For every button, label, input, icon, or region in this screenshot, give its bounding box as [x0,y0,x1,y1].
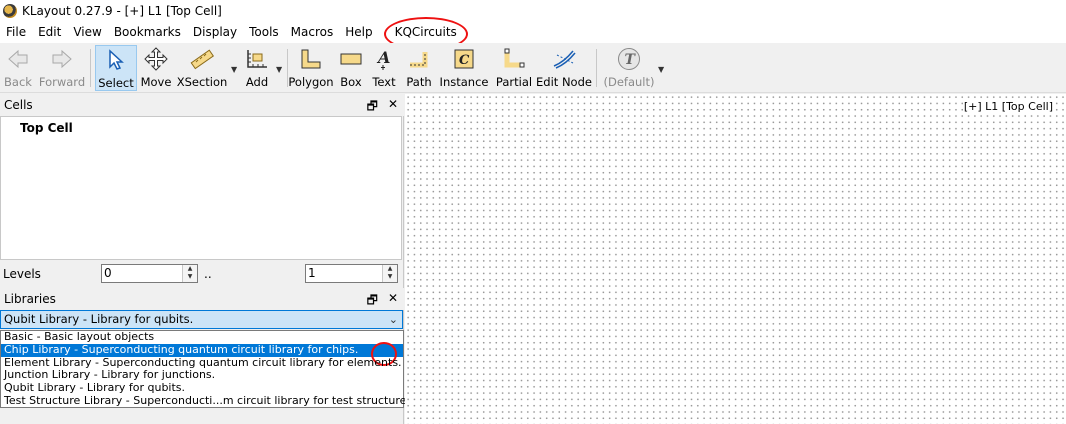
levels-to-spinbox[interactable]: 1 ▲ ▼ [305,264,398,283]
svg-text:C: C [459,53,470,68]
close-icon[interactable]: ✕ [388,97,398,118]
menu-macros[interactable]: Macros [285,22,340,43]
default-style-button[interactable]: T (Default) [604,45,655,91]
partial-edit-icon [501,47,527,71]
library-select[interactable]: Qubit Library - Library for qubits. ⌄ [0,310,403,329]
libraries-dock-header: Libraries 🗗 ✕ [0,288,404,310]
title-bar: KLayout 0.27.9 - [+] L1 [Top Cell] [0,0,1066,22]
spin-arrows-icon[interactable]: ▲ ▼ [382,265,397,282]
levels-from-spinbox[interactable]: 0 ▲ ▼ [101,264,198,283]
menu-tools[interactable]: Tools [243,22,285,43]
text-style-t-icon: T [616,47,642,71]
canvas-cell-title: [+] L1 [Top Cell] [962,100,1054,113]
move-arrows-icon [143,47,169,71]
float-icon[interactable]: 🗗 [367,291,378,312]
svg-text:T: T [625,52,637,68]
ruler-icon [189,47,215,71]
menu-display[interactable]: Display [187,22,243,43]
move-tool-button[interactable]: Move [140,45,172,91]
menu-help[interactable]: Help [339,22,378,43]
instance-cell-icon: C [451,47,477,71]
menu-view[interactable]: View [67,22,107,43]
window-title: KLayout 0.27.9 - [+] L1 [Top Cell] [22,4,222,18]
levels-row: Levels 0 ▲ ▼ .. 1 ▲ ▼ [0,260,404,286]
libraries-dock-title: Libraries [4,292,56,306]
path-tool-button[interactable]: Path [404,45,434,91]
menu-edit[interactable]: Edit [32,22,67,43]
tree-item-top-cell[interactable]: Top Cell [20,121,73,135]
library-dropdown-list: Basic - Basic layout objects Chip Librar… [0,330,416,408]
cells-dock-header: Cells 🗗 ✕ [0,94,404,116]
cells-tree-view[interactable]: Top Cell [0,116,402,260]
menu-kqcircuits[interactable]: KQCircuits [383,17,468,51]
arrow-left-icon [5,47,31,71]
layout-canvas[interactable]: [+] L1 [Top Cell] [405,94,1066,424]
klayout-logo-icon [3,4,17,18]
polygon-tool-button[interactable]: Polygon [288,45,334,91]
text-tool-button[interactable]: A Text [371,45,397,91]
toolbar-separator [596,49,597,87]
menu-bar: File Edit View Bookmarks Display Tools M… [0,17,1066,51]
cursor-arrow-icon [103,48,129,72]
forward-button[interactable]: Forward [39,45,85,91]
ruler-add-icon [244,47,270,71]
xsection-tool-button[interactable]: XSection [177,45,227,91]
back-button[interactable]: Back [2,45,34,91]
box-icon [338,47,364,71]
box-tool-button[interactable]: Box [338,45,364,91]
library-option-chip[interactable]: Chip Library - Superconducting quantum c… [1,341,403,366]
instance-tool-button[interactable]: C Instance [440,45,488,91]
select-tool-button[interactable]: Select [95,45,137,91]
menu-bookmarks[interactable]: Bookmarks [108,22,187,43]
chevron-down-icon: ⌄ [388,313,398,326]
float-icon[interactable]: 🗗 [367,97,378,118]
levels-range-separator: .. [204,267,212,281]
arrow-right-icon [49,47,75,71]
spin-arrows-icon[interactable]: ▲ ▼ [182,265,197,282]
close-icon[interactable]: ✕ [388,291,398,312]
partial-tool-button[interactable]: Partial [495,45,533,91]
levels-label: Levels [3,267,41,281]
edit-node-tool-button[interactable]: Edit Node [536,45,592,91]
edit-node-icon [551,47,577,71]
path-icon [406,47,432,71]
add-ruler-button[interactable]: Add [242,45,272,91]
cells-dock-title: Cells [4,98,33,112]
toolbar-separator [90,49,91,87]
left-dock-panel: Cells 🗗 ✕ Top Cell Levels 0 ▲ ▼ .. 1 ▲ ▼ L… [0,94,416,424]
svg-text:A: A [376,48,390,67]
default-dropdown-arrow-icon[interactable]: ▼ [658,65,664,74]
menu-file[interactable]: File [0,22,32,43]
text-a-icon: A [371,47,397,71]
add-dropdown-arrow-icon[interactable]: ▼ [276,65,282,74]
xsection-dropdown-arrow-icon[interactable]: ▼ [231,65,237,74]
library-option-test-structure[interactable]: Test Structure Library - Superconducti..… [1,394,416,408]
main-toolbar: Back Forward Select Move XSection ▼ Add … [0,43,1066,93]
polygon-icon [298,47,324,71]
